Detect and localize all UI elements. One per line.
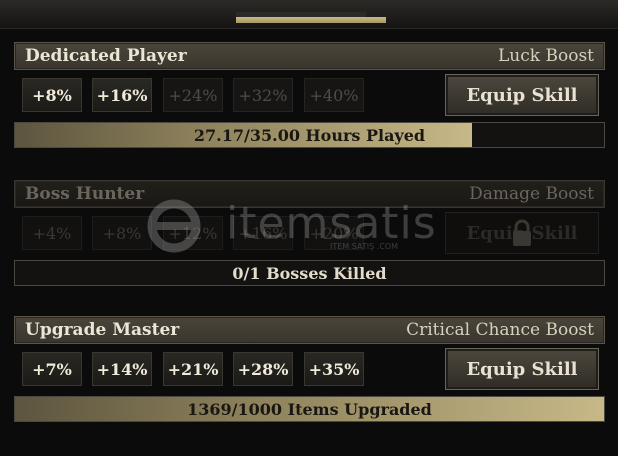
skill-level-3: +24% <box>163 78 223 112</box>
skill-level-3: +12% <box>163 216 223 250</box>
skill-level-row: +7% +14% +21% +28% +35% Equip Skill <box>14 344 605 396</box>
equip-skill-button[interactable]: Equip Skill <box>445 348 599 390</box>
skill-boost-type: Damage Boost <box>469 184 594 204</box>
skill-level-2: +14% <box>92 352 152 386</box>
skill-level-1: +8% <box>22 78 82 112</box>
skill-title: Upgrade Master <box>25 320 180 340</box>
skill-level-3: +21% <box>163 352 223 386</box>
skill-boost-type: Luck Boost <box>498 46 594 66</box>
skill-header: Upgrade Master Critical Chance Boost <box>14 316 605 344</box>
skill-progress-label: 0/1 Bosses Killed <box>232 263 387 283</box>
equip-skill-button[interactable]: Equip Skill <box>445 74 599 116</box>
skill-title: Boss Hunter <box>25 184 145 204</box>
skill-level-1: +4% <box>22 216 82 250</box>
skill-upgrade-master: Upgrade Master Critical Chance Boost +7%… <box>14 316 605 422</box>
skill-progress-label: 1369/1000 Items Upgraded <box>187 399 432 419</box>
lock-icon <box>513 219 531 246</box>
skill-progress-label: 27.17/35.00 Hours Played <box>193 125 426 145</box>
previous-progress-bar-edge <box>236 12 366 17</box>
skill-level-4: +16% <box>233 216 293 250</box>
skill-level-2: +16% <box>92 78 152 112</box>
skill-level-2: +8% <box>92 216 152 250</box>
skill-dedicated-player: Dedicated Player Luck Boost +8% +16% +24… <box>14 42 605 148</box>
skill-progress-bar: 0/1 Bosses Killed <box>14 260 605 286</box>
skill-level-row: +4% +8% +12% +16% +20% Equip Skill <box>14 208 605 260</box>
skill-level-row: +8% +16% +24% +32% +40% Equip Skill <box>14 70 605 122</box>
skill-boss-hunter: Boss Hunter Damage Boost +4% +8% +12% +1… <box>14 180 605 286</box>
skill-progress-bar: 27.17/35.00 Hours Played <box>14 122 605 148</box>
skill-level-5: +35% <box>304 352 364 386</box>
skill-level-5: +40% <box>304 78 364 112</box>
skill-header: Boss Hunter Damage Boost <box>14 180 605 208</box>
previous-progress-bar <box>236 17 386 23</box>
skill-level-5: +20% <box>304 216 364 250</box>
skill-header: Dedicated Player Luck Boost <box>14 42 605 70</box>
skill-title: Dedicated Player <box>25 46 187 66</box>
skill-level-1: +7% <box>22 352 82 386</box>
previous-section-strip <box>0 0 618 29</box>
skill-boost-type: Critical Chance Boost <box>406 320 594 340</box>
skill-progress-bar: 1369/1000 Items Upgraded <box>14 396 605 422</box>
skill-level-4: +28% <box>233 352 293 386</box>
skill-level-4: +32% <box>233 78 293 112</box>
